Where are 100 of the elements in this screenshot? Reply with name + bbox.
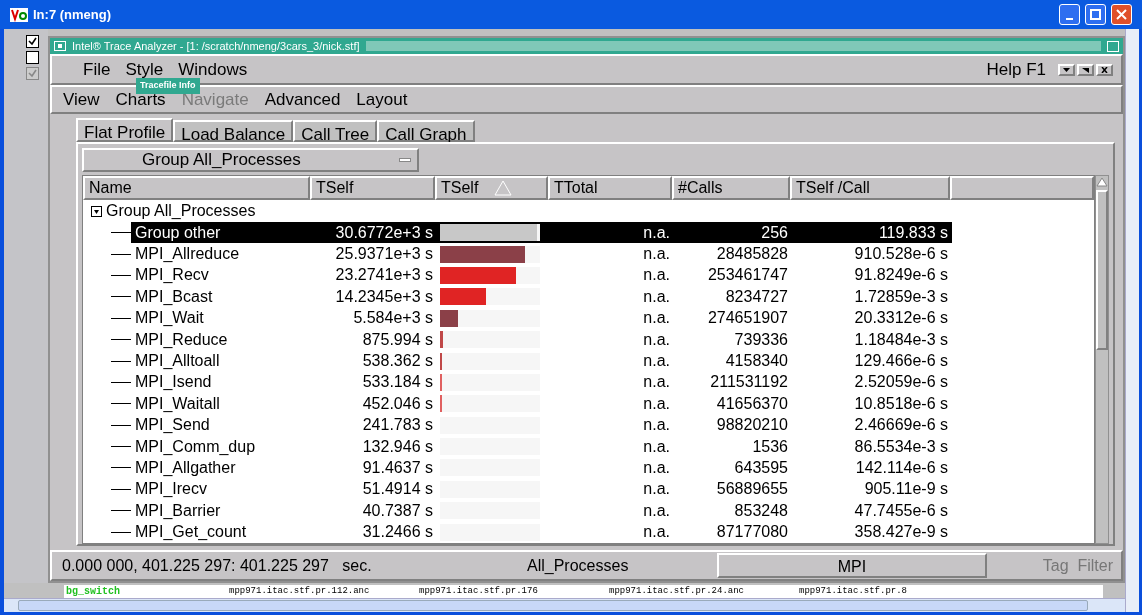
table-cell-text: 256 (760, 222, 789, 243)
table-row[interactable]: MPI_Wait 5.584e+3 s n.a. 274651907 20.3312e-6 s (131, 307, 952, 329)
maximize-icon (1090, 9, 1101, 20)
table-cell-text: n.a. (642, 222, 671, 243)
checkbox[interactable] (26, 51, 39, 64)
table-cell-text: 91.8249e-6 s (853, 265, 949, 286)
table-cell-text: 643595 (733, 458, 789, 478)
close-button[interactable] (1096, 63, 1113, 76)
table-row[interactable]: MPI_Barrier 40.7387 s n.a. 853248 47.7455e-6 s (131, 500, 952, 522)
background-list-item: bg_switch (66, 585, 120, 597)
table-cell-text: 10.8518e-6 s (853, 393, 949, 414)
table-cell-text: 538.362 s (361, 351, 434, 372)
menu-item[interactable]: Layout (356, 86, 408, 113)
window-title: Intel® Trace Analyzer - [1: /scratch/nmeng/3cars_3/nick.stf] (72, 38, 360, 54)
vertical-scrollbar[interactable] (1095, 175, 1109, 544)
table-row[interactable]: MPI_Allgather 91.4637 s n.a. 643595 142.114e-6 s (131, 457, 952, 479)
table-cell-text: n.a. (642, 351, 671, 372)
minimize-icon (1066, 17, 1073, 20)
horizontal-scrollbar[interactable] (4, 598, 1125, 612)
column-header[interactable]: TTotal (548, 176, 672, 200)
table-cell-text: 910.528e-6 s (853, 244, 949, 265)
restore-icon[interactable] (1107, 40, 1119, 52)
table-row[interactable]: MPI_Recv 23.2741e+3 s n.a. 253461747 91.8249e-6 s (131, 264, 952, 287)
group-label: All_Processes (526, 555, 630, 576)
table-cell-text: 211531192 (709, 372, 789, 393)
table-cell-text: MPI_Waitall (134, 393, 221, 414)
table-row[interactable]: MPI_Irecv 51.4914 s n.a. 56889655 905.11e-9 s (131, 478, 952, 501)
tree-group-label[interactable]: Group All_Processes (106, 199, 256, 223)
table-cell-text: 274651907 (706, 308, 789, 329)
tab[interactable]: Call Tree (293, 120, 378, 142)
table-cell-text: n.a. (642, 265, 671, 286)
table-cell-text: 533.184 s (361, 372, 434, 393)
table-cell-text: 253461747 (706, 265, 789, 286)
table-row[interactable]: Group other 30.6772e+3 s n.a. 256 119.833 s (131, 222, 952, 244)
tab[interactable]: Load Balance (173, 120, 294, 142)
table-cell-text: 31.2466 s (361, 522, 434, 543)
table-row[interactable]: MPI_Isend 533.184 s n.a. 211531192 2.52059e-6 s (131, 371, 952, 394)
close-icon (1116, 9, 1127, 20)
table-cell-text: MPI_Isend (134, 372, 213, 393)
background-list-item: mpp971.itac.stf.pr.112.anc (229, 585, 370, 596)
background-list-item: mpp971.itac.stf.pr.176 (419, 585, 538, 596)
table-cell-text: 47.7455e-6 s (853, 500, 949, 521)
tab[interactable]: Flat Profile (76, 118, 174, 142)
minimize-button[interactable] (1059, 4, 1080, 25)
column-header[interactable]: TSelf (310, 176, 435, 200)
table-row[interactable]: MPI_Waitall 452.046 s n.a. 41656370 10.8518e-6 s (131, 393, 952, 415)
checkbox[interactable] (26, 35, 39, 48)
menu-item[interactable]: Advanced (264, 86, 341, 113)
table-cell-text: 14.2345e+3 s (334, 286, 434, 307)
table-cell-text: 129.466e-6 s (853, 351, 949, 372)
table-cell-text: 1.72859e-3 s (853, 286, 949, 307)
table-cell-text: 40.7387 s (361, 500, 434, 521)
dropdown-button[interactable] (1058, 63, 1075, 76)
table-cell-text: n.a. (642, 500, 671, 521)
help-menu[interactable]: Help F1 (986, 56, 1046, 83)
column-header[interactable]: Name (83, 176, 310, 200)
column-header[interactable]: #Calls (672, 176, 790, 200)
table-row[interactable]: MPI_Get_count 31.2466 s n.a. 87177080 358.427e-9 s (131, 521, 952, 543)
table-cell-text: n.a. (642, 458, 671, 478)
group-dropdown[interactable]: Group All_Processes (82, 148, 419, 172)
window-title: In:7 (nmeng) (33, 5, 111, 24)
table-cell-text: 28485828 (715, 244, 789, 265)
table-cell-text: 119.833 s (877, 222, 949, 243)
table-cell-text: MPI_Send (134, 415, 211, 436)
window-menu-icon[interactable] (54, 41, 66, 51)
table-row[interactable]: MPI_Comm_dup 132.946 s n.a. 1536 86.5534e-3 s (131, 435, 952, 458)
table-cell-text: 142.114e-6 s (854, 458, 949, 478)
background-list-item: mpp971.itac.stf.pr.24.anc (609, 585, 745, 596)
vertical-scrollbar[interactable] (1125, 29, 1139, 612)
tab[interactable]: Call Graph (377, 120, 475, 142)
menu-item[interactable]: View (63, 86, 100, 113)
table-cell-text: MPI_Comm_dup (134, 436, 257, 457)
table-row[interactable]: MPI_Send 241.783 s n.a. 98820210 2.46669e-6 s (131, 414, 952, 436)
table-cell-text: MPI_Irecv (134, 479, 208, 500)
table-row[interactable]: MPI_Bcast 14.2345e+3 s n.a. 8234727 1.72859e-3 s (131, 286, 952, 308)
table-cell-text: 86.5534e-3 s (853, 436, 949, 457)
table-cell-text: 853248 (733, 500, 789, 521)
table-cell-text: MPI_Allreduce (134, 244, 241, 265)
collapse-icon[interactable] (91, 205, 102, 217)
table-cell-text: n.a. (642, 479, 671, 500)
table-cell-text: 25.9371e+3 s (334, 244, 434, 265)
table-cell-text: 5.584e+3 s (352, 308, 434, 329)
tooltip: Tracefile Info (136, 78, 200, 94)
table-cell-text: MPI_Allgather (134, 458, 237, 478)
mpi-button[interactable]: MPI (717, 553, 987, 578)
table-cell-text: 91.4637 s (361, 458, 434, 478)
table-row[interactable]: MPI_Reduce 875.994 s n.a. 739336 1.18484e-3 s (131, 328, 952, 351)
table-cell-text: MPI_Wait (134, 308, 205, 329)
table-cell-text: n.a. (642, 372, 671, 393)
maximize-button[interactable] (1085, 4, 1106, 25)
table-cell-text: MPI_Get_count (134, 522, 248, 543)
table-row[interactable]: MPI_Alltoall 538.362 s n.a. 4158340 129.466e-6 s (131, 350, 952, 372)
column-header[interactable]: TSelf /Call (790, 176, 950, 200)
column-header[interactable]: TSelf (435, 176, 548, 200)
table-row[interactable]: MPI_Allreduce 25.9371e+3 s n.a. 28485828 910.528e-6 s (131, 243, 952, 265)
table-cell-text: n.a. (642, 522, 671, 543)
table-cell-text: n.a. (642, 393, 671, 414)
table-cell-text: 23.2741e+3 s (334, 265, 434, 286)
arrow-button[interactable] (1077, 63, 1094, 76)
menu-item[interactable]: File (83, 56, 111, 83)
